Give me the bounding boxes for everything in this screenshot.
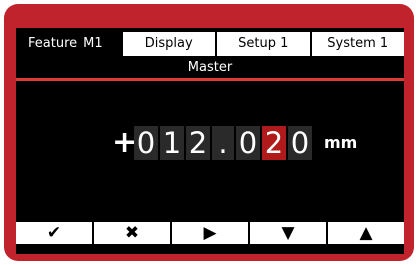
tab-bar: Feature M1 Display Setup 1 System 1 bbox=[16, 32, 404, 56]
down-arrow-icon: ▼ bbox=[281, 223, 295, 243]
tab-display-label: Display bbox=[144, 36, 193, 51]
check-icon: ✔ bbox=[46, 223, 62, 243]
next-digit-button[interactable]: ▶ bbox=[172, 222, 248, 244]
readout-decimal-point: . bbox=[212, 126, 234, 160]
cancel-button[interactable]: ✖ bbox=[94, 222, 170, 244]
tab-feature-label: Feature bbox=[28, 36, 78, 51]
value-readout: + 0 1 2 . 0 2 0 mm bbox=[112, 126, 357, 160]
readout-unit: mm bbox=[324, 133, 358, 152]
tab-feature-id: M1 bbox=[83, 36, 103, 51]
tab-display[interactable]: Display bbox=[122, 32, 215, 56]
readout-digit-2[interactable]: 1 bbox=[160, 126, 184, 160]
tab-system-1[interactable]: System 1 bbox=[311, 32, 404, 56]
display-screen: Feature M1 Display Setup 1 System 1 Maste… bbox=[16, 28, 404, 254]
decrement-button[interactable]: ▼ bbox=[250, 222, 326, 244]
readout-digit-6[interactable]: 0 bbox=[288, 126, 312, 160]
increment-button[interactable]: ▲ bbox=[328, 222, 404, 244]
cancel-icon: ✖ bbox=[124, 223, 140, 243]
tab-setup-1[interactable]: Setup 1 bbox=[217, 32, 310, 56]
confirm-button[interactable]: ✔ bbox=[16, 222, 92, 244]
mode-title: Master bbox=[187, 60, 233, 75]
tab-feature[interactable]: Feature M1 bbox=[16, 32, 121, 56]
readout-digit-5-selected[interactable]: 2 bbox=[262, 126, 286, 160]
readout-digit-4[interactable]: 0 bbox=[236, 126, 260, 160]
right-arrow-icon: ▶ bbox=[203, 223, 217, 243]
readout-digit-1[interactable]: 0 bbox=[134, 126, 158, 160]
readout-digit-3[interactable]: 2 bbox=[186, 126, 210, 160]
up-arrow-icon: ▲ bbox=[359, 223, 373, 243]
softkey-bar: ✔ ✖ ▶ ▼ ▲ bbox=[16, 222, 404, 244]
readout-sign: + bbox=[112, 125, 138, 160]
divider-line bbox=[16, 78, 404, 81]
tab-system-1-label: System 1 bbox=[327, 36, 389, 51]
tab-setup-1-label: Setup 1 bbox=[238, 36, 289, 51]
